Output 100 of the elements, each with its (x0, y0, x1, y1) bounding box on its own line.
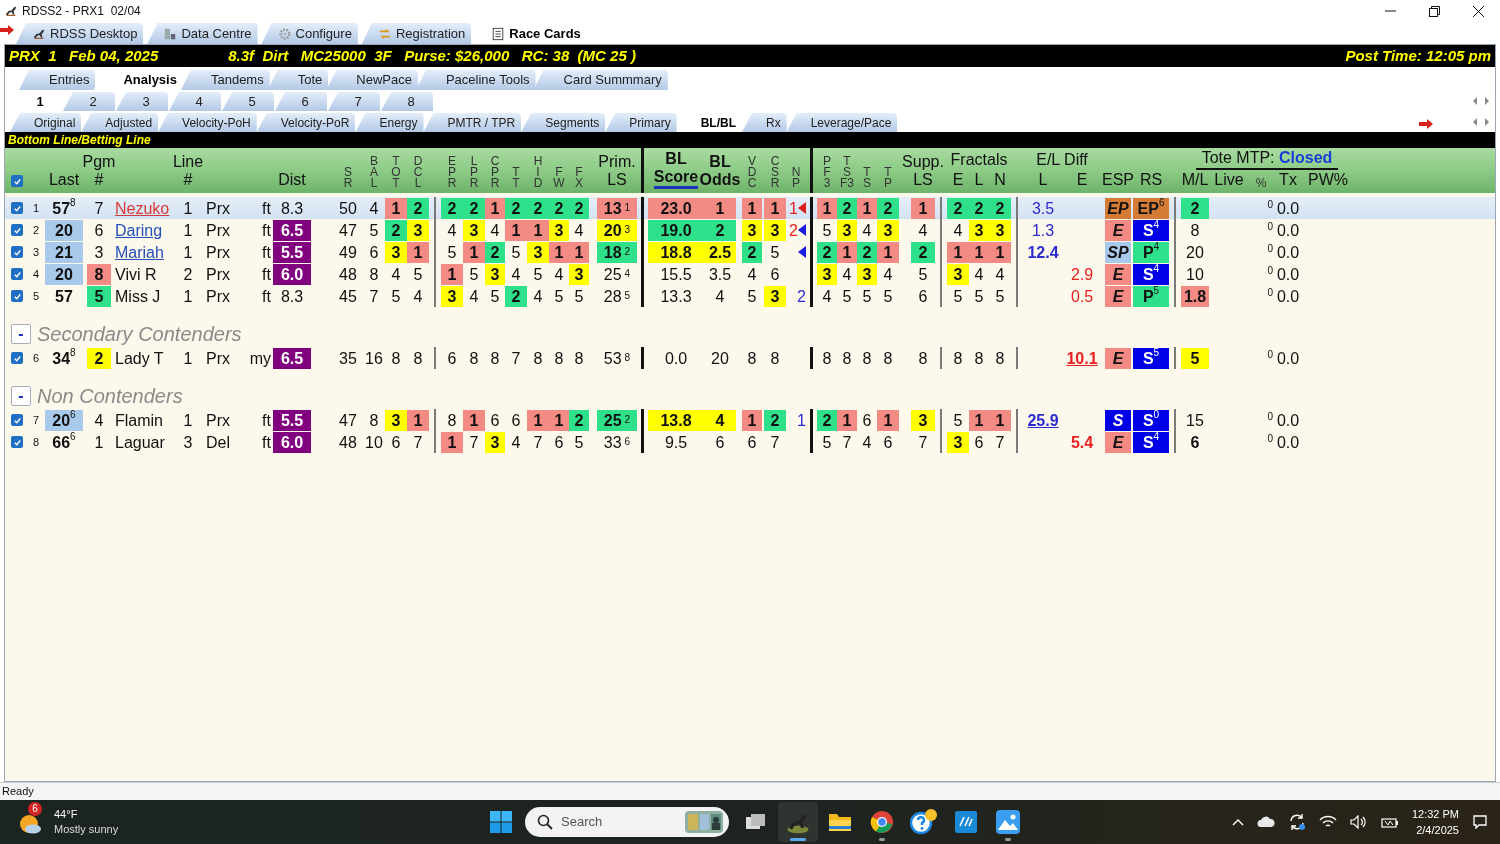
checkbox[interactable] (11, 268, 23, 280)
checkbox[interactable] (11, 175, 23, 187)
column-header[interactable]: T T (512, 167, 520, 189)
column-header[interactable]: Last (48, 171, 80, 189)
tab[interactable]: Primary (605, 113, 677, 132)
column-header[interactable]: P F 3 (823, 156, 831, 189)
column-header[interactable]: F X (575, 167, 583, 189)
tab[interactable]: NewPace (326, 70, 418, 90)
tab[interactable]: Velocity-PoR (256, 113, 356, 132)
photos-icon[interactable] (996, 810, 1020, 834)
column-header[interactable]: L (974, 171, 984, 189)
cloud-icon[interactable] (1256, 816, 1275, 828)
column-header[interactable]: S R (343, 167, 353, 189)
column-header[interactable]: T S F3 (840, 156, 854, 189)
wifi-icon[interactable] (1318, 815, 1337, 829)
notification-icon[interactable] (1472, 814, 1488, 830)
column-header[interactable]: C S R (770, 156, 780, 189)
column-header[interactable]: PW% (1308, 171, 1348, 189)
column-header[interactable]: T P (884, 167, 892, 189)
tab[interactable]: Leverage/Pace (786, 113, 898, 132)
column-header[interactable]: F W (553, 167, 565, 189)
app-icon[interactable] (955, 811, 977, 833)
tab[interactable]: Original (10, 113, 82, 132)
column-header[interactable]: Pgm # (82, 153, 116, 189)
tab[interactable]: 3 (116, 92, 168, 111)
column-header[interactable]: Prim. LS (598, 153, 636, 189)
checkbox[interactable] (11, 414, 23, 426)
checkbox[interactable] (11, 246, 23, 258)
browser-icon[interactable] (870, 810, 894, 834)
column-header[interactable]: Line # (172, 153, 204, 189)
column-header[interactable]: C P R (490, 156, 500, 189)
horse-name-link[interactable]: Nezuko (115, 197, 170, 219)
start-icon[interactable] (490, 811, 512, 833)
tab[interactable]: 8 (381, 92, 433, 111)
tab[interactable]: 5 (222, 92, 274, 111)
column-header[interactable]: % (1255, 178, 1267, 189)
tab[interactable]: Rx (742, 113, 787, 132)
collapse-button[interactable]: - (11, 324, 31, 344)
taskbar-app-button[interactable] (778, 802, 818, 842)
column-header[interactable]: BL Odds (699, 153, 741, 189)
tab[interactable]: Card Summmary (533, 70, 668, 90)
scroll-arrows-icon[interactable] (1473, 118, 1489, 126)
column-header[interactable]: L P R (469, 156, 479, 189)
tab[interactable]: RDSS Desktop (16, 23, 144, 44)
volume-icon[interactable] (1349, 815, 1368, 829)
column-header[interactable]: L (1038, 171, 1048, 189)
column-header[interactable]: D C L (413, 156, 423, 189)
tab[interactable]: Energy (355, 113, 424, 132)
checkbox[interactable] (11, 202, 23, 214)
collapse-button[interactable]: - (11, 386, 31, 406)
tab[interactable]: Segments (521, 113, 606, 132)
column-header[interactable]: N (994, 171, 1006, 189)
column-header[interactable]: Tx (1279, 171, 1297, 189)
column-header[interactable]: RS (1139, 171, 1163, 189)
tab[interactable]: 4 (169, 92, 221, 111)
column-header[interactable]: BL Score (653, 150, 699, 189)
search-field[interactable]: Search (561, 812, 671, 832)
search-bar[interactable]: Search (525, 807, 729, 837)
tab[interactable]: 7 (328, 92, 380, 111)
checkbox[interactable] (11, 290, 23, 302)
checkbox[interactable] (11, 224, 23, 236)
column-header[interactable]: ESP (1102, 171, 1134, 189)
column-header[interactable]: T O T (391, 156, 401, 189)
column-header[interactable]: Supp. LS (902, 153, 944, 189)
column-header[interactable]: Dist (278, 171, 306, 189)
tab[interactable]: Registration (361, 23, 472, 44)
tab[interactable]: Data Centre (147, 23, 258, 44)
column-header[interactable]: T S (863, 167, 871, 189)
column-header[interactable]: E P R (447, 156, 457, 189)
clock-time[interactable]: 12:32 PM (1411, 806, 1459, 822)
horse-name-link[interactable]: Mariah (115, 241, 164, 263)
column-header[interactable]: M/L (1181, 171, 1209, 189)
column-header[interactable]: E (952, 171, 964, 189)
tab[interactable]: Tandems (180, 70, 270, 90)
battery-icon[interactable] (1380, 816, 1399, 828)
column-header[interactable]: H I D (533, 156, 543, 189)
column-header[interactable]: B A L (370, 156, 378, 189)
sync-icon[interactable] (1287, 813, 1306, 831)
column-header[interactable]: N P (791, 167, 801, 189)
tab[interactable]: Entries (19, 70, 96, 90)
horse-name-link[interactable]: Daring (115, 219, 163, 241)
tab[interactable]: Adjusted (81, 113, 159, 132)
tab[interactable]: PMTR / TPR (423, 113, 522, 132)
tab[interactable]: Velocity-PoH (158, 113, 257, 132)
clock-date[interactable]: 2/4/2025 (1416, 822, 1459, 838)
tab[interactable]: Paceline Tools (415, 70, 536, 90)
checkbox[interactable] (11, 352, 23, 364)
column-header[interactable]: Live (1214, 171, 1244, 189)
column-header[interactable]: E (1076, 171, 1088, 189)
tab[interactable]: Configure (261, 23, 358, 44)
column-header[interactable]: V D C (747, 156, 757, 189)
folder-icon[interactable] (828, 811, 852, 833)
task-view-icon[interactable] (745, 812, 767, 832)
scroll-arrows-icon[interactable] (1473, 97, 1489, 105)
tab[interactable]: Tote (267, 70, 329, 90)
help-icon[interactable] (910, 809, 938, 835)
checkbox[interactable] (11, 436, 23, 448)
tab[interactable]: 6 (275, 92, 327, 111)
chevron-up-icon[interactable] (1231, 818, 1244, 826)
tab[interactable]: 2 (63, 92, 115, 111)
